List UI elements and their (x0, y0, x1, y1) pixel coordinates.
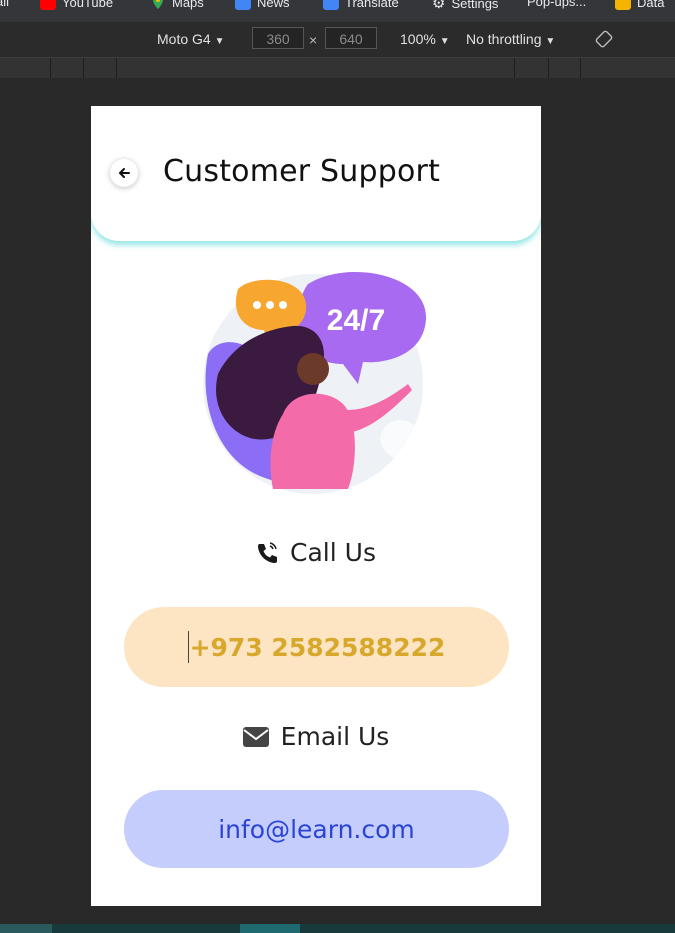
call-us-text: Call Us (290, 538, 376, 567)
bookmark-translate[interactable]: Translate (323, 0, 399, 10)
dropdown-arrow-icon: ▼ (214, 36, 225, 47)
device-name: Moto G4 (157, 31, 211, 47)
os-taskbar (0, 924, 675, 933)
news-icon (235, 0, 251, 10)
page-title: Customer Support (163, 154, 441, 189)
bookmark-settings[interactable]: ⚙ Settings (432, 0, 498, 12)
rotate-icon (595, 30, 613, 48)
text-caret (187, 631, 189, 663)
email-address-button[interactable]: info@learn.com (124, 790, 509, 868)
ruler-divider (50, 58, 51, 78)
support-illustration: 24/7 (203, 271, 427, 494)
bookmark-label: ail (0, 0, 10, 9)
email-address-text: info@learn.com (218, 814, 415, 844)
dropdown-arrow-icon: ▼ (545, 36, 556, 47)
ruler-divider (514, 58, 515, 78)
rotate-button[interactable] (595, 30, 613, 51)
youtube-icon (40, 0, 56, 10)
bookmarks-bar: ail YouTube Maps News Translate ⚙ Settin… (0, 0, 675, 22)
phone-icon (258, 541, 278, 563)
bookmark-news[interactable]: News (235, 0, 290, 10)
dot (266, 301, 274, 309)
media-query-ruler (0, 58, 675, 78)
back-button[interactable] (110, 159, 138, 187)
email-us-text: Email Us (280, 722, 390, 751)
taskbar-item[interactable] (0, 924, 52, 933)
face (297, 353, 329, 385)
envelope-icon (242, 726, 269, 747)
phone-number-text: +973 2582588222 (189, 632, 446, 662)
bookmark-label: Data (637, 0, 665, 10)
phone-number-button[interactable]: +973 2582588222 (124, 607, 509, 687)
width-input[interactable]: 360 (252, 27, 304, 49)
app-header: Customer Support (91, 106, 541, 241)
data-icon (615, 0, 631, 10)
times-sign: × (309, 32, 318, 48)
taskbar-item[interactable] (240, 924, 300, 933)
dropdown-arrow-icon: ▼ (439, 36, 450, 47)
arrow-left-icon (119, 168, 130, 178)
zoom-select[interactable]: 100% ▼ (400, 31, 450, 47)
gear-icon: ⚙ (432, 0, 446, 12)
phone-viewport: Customer Support 24/7 Call Us +973 25825… (91, 106, 541, 906)
bookmark-label: Translate (345, 0, 399, 10)
ruler-divider (116, 58, 117, 78)
bookmark-popups[interactable]: Pop-ups... (527, 0, 586, 9)
translate-icon (323, 0, 339, 10)
zoom-value: 100% (400, 31, 436, 47)
throttling-value: No throttling (466, 31, 542, 47)
bookmark-label: Pop-ups... (527, 0, 587, 9)
device-select[interactable]: Moto G4 ▼ (157, 31, 225, 47)
bookmark-label: Maps (172, 0, 204, 10)
bookmark-label: News (257, 0, 290, 10)
email-us-label: Email Us (91, 722, 541, 751)
ruler-divider (548, 58, 549, 78)
bookmark-maps[interactable]: Maps (150, 0, 204, 10)
dot (253, 301, 261, 309)
bookmark-mail[interactable]: ail (0, 0, 9, 9)
bookmark-youtube[interactable]: YouTube (40, 0, 113, 10)
bookmark-label: Settings (451, 0, 499, 11)
device-toolbar: Moto G4 ▼ 360 × 640 100% ▼ No throttling… (0, 22, 675, 58)
dot (279, 301, 287, 309)
bookmark-label: YouTube (62, 0, 114, 10)
throttling-select[interactable]: No throttling ▼ (466, 31, 555, 47)
bookmark-data[interactable]: Data (615, 0, 664, 10)
height-input[interactable]: 640 (325, 27, 377, 49)
bubble-24-7-text: 24/7 (327, 304, 385, 337)
maps-icon (153, 0, 163, 9)
call-us-label: Call Us (91, 538, 541, 567)
ruler-divider (83, 58, 84, 78)
ruler-divider (580, 58, 581, 78)
